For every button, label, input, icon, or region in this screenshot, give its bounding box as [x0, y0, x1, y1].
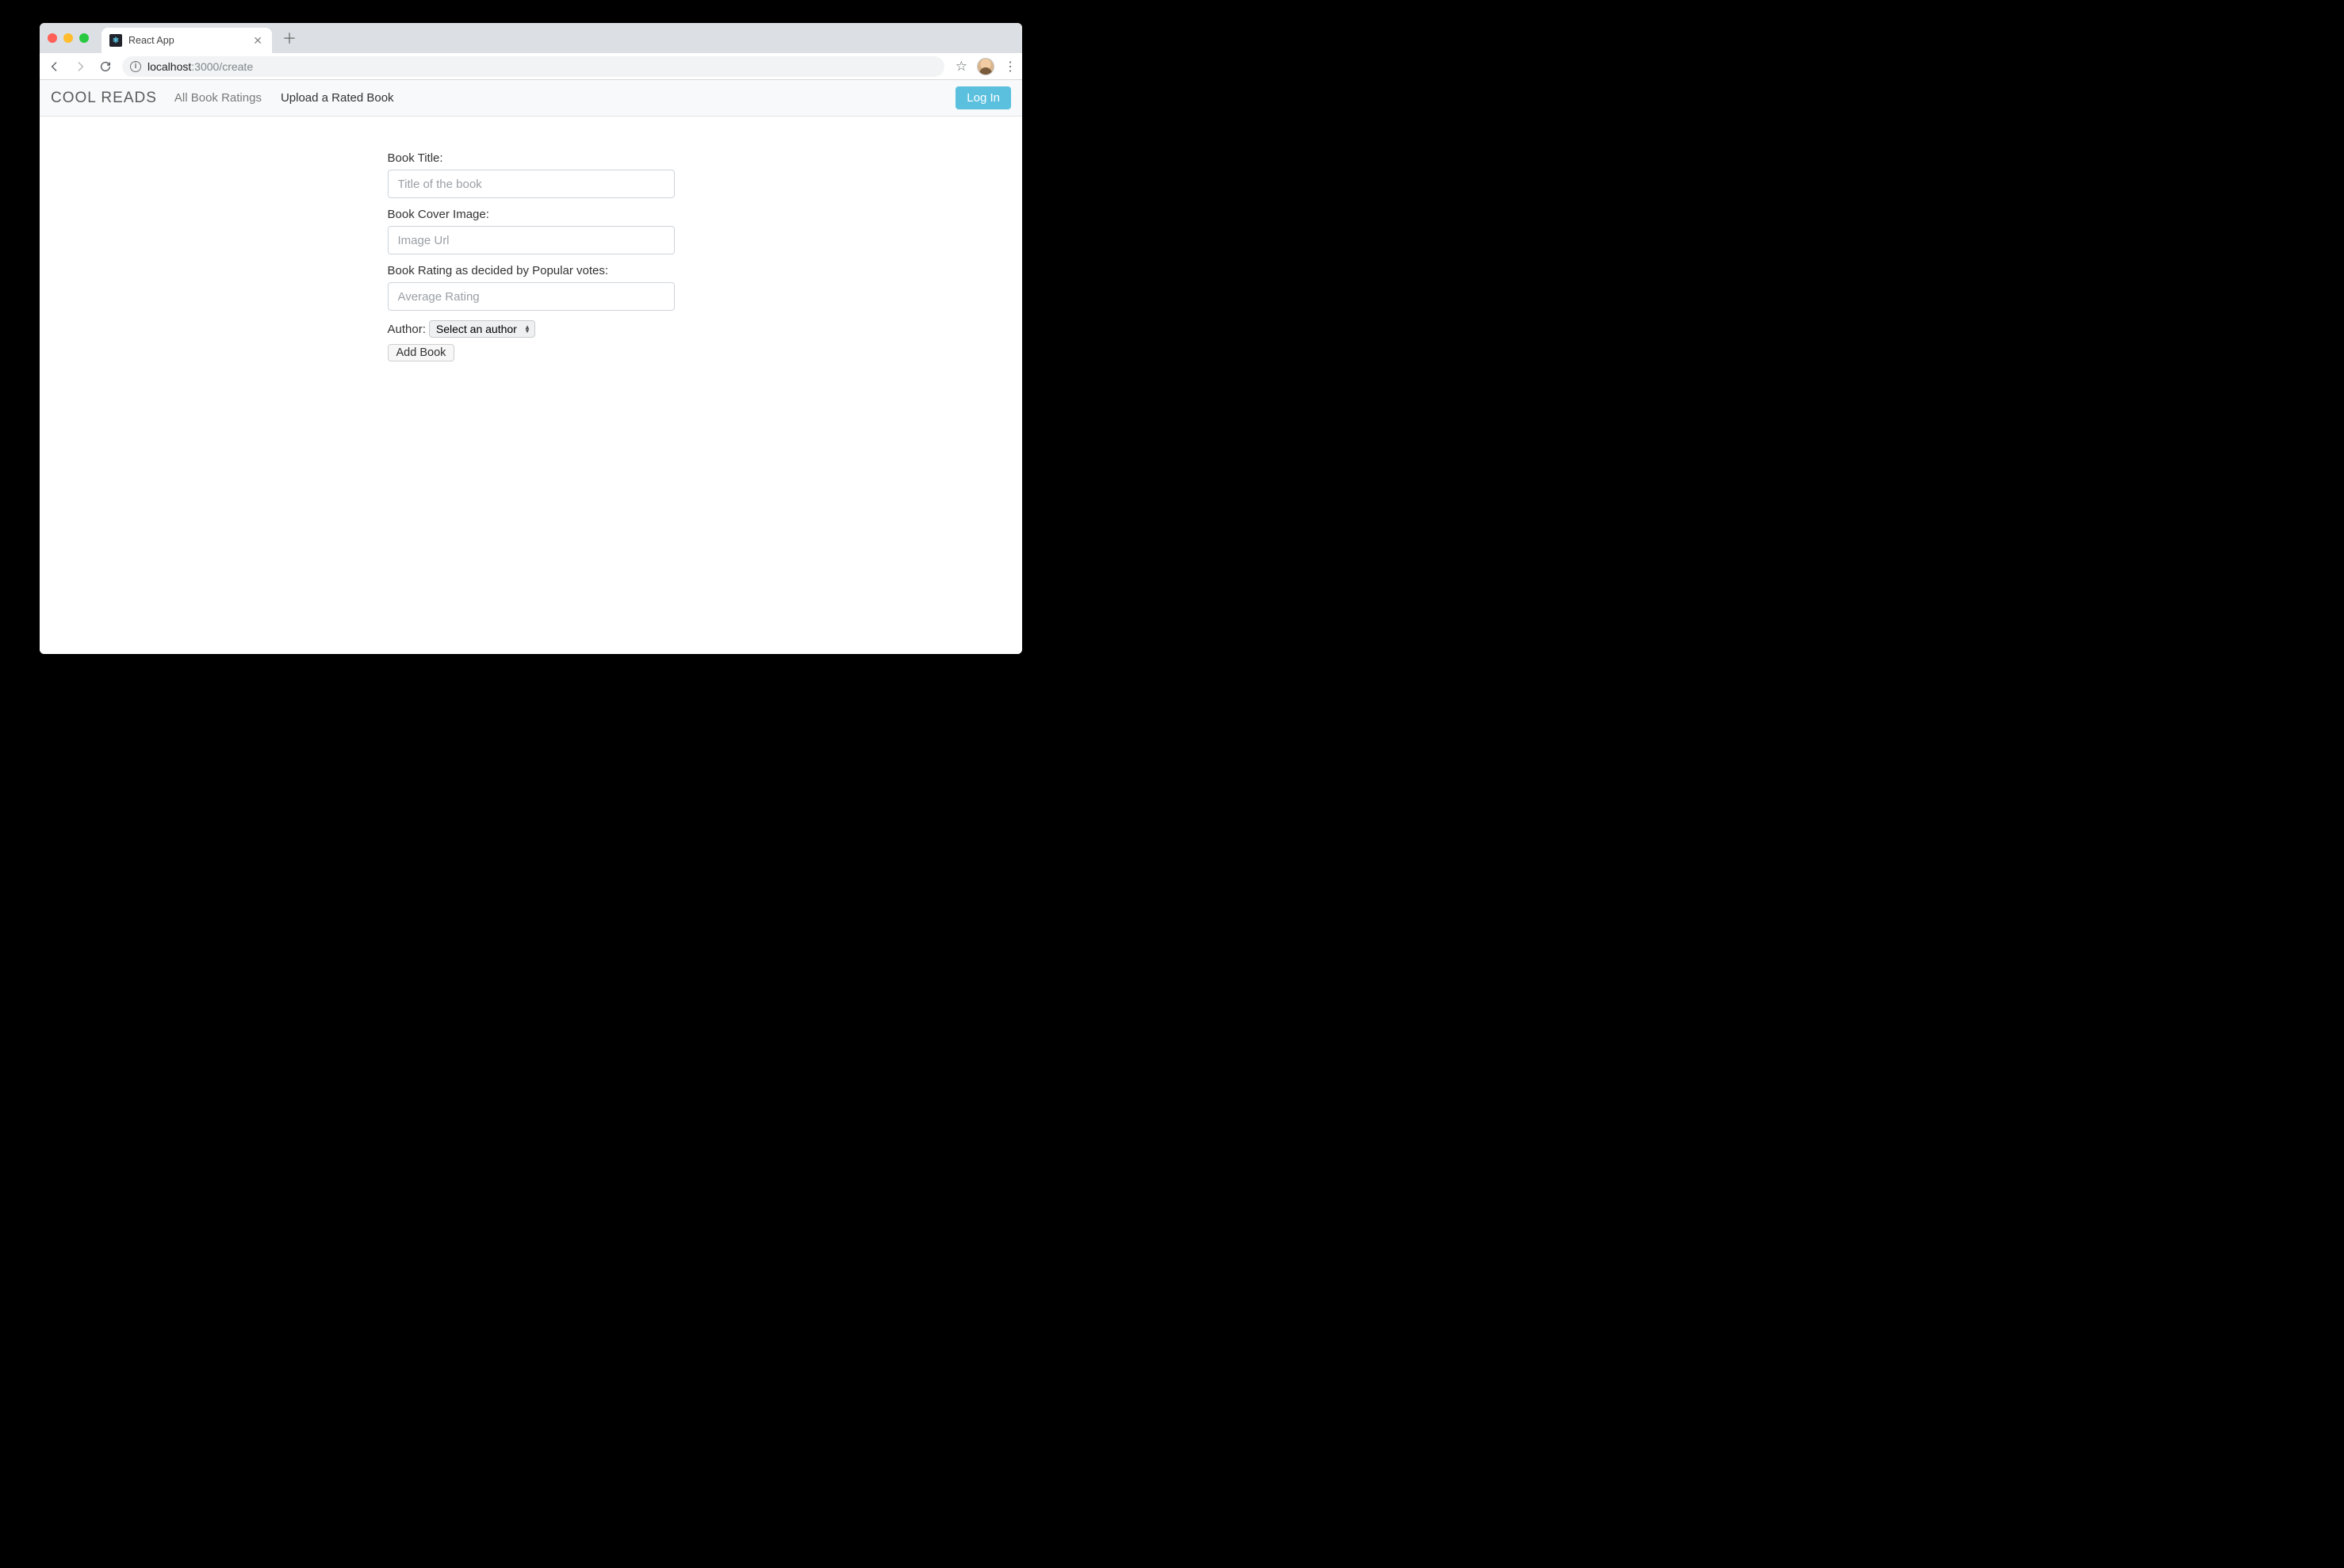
- page-content: Book Title: Book Cover Image: Book Ratin…: [40, 117, 1022, 654]
- browser-toolbar: i localhost:3000/create ☆ ⋮: [40, 53, 1022, 80]
- close-tab-icon[interactable]: ✕: [251, 34, 264, 48]
- book-cover-label: Book Cover Image:: [388, 208, 675, 221]
- profile-avatar[interactable]: [977, 58, 994, 75]
- nav-link-upload[interactable]: Upload a Rated Book: [281, 91, 394, 105]
- book-cover-input[interactable]: [388, 226, 675, 254]
- address-bar[interactable]: i localhost:3000/create: [122, 56, 944, 77]
- add-book-button[interactable]: Add Book: [388, 344, 455, 361]
- new-tab-button[interactable]: ＋: [280, 29, 299, 48]
- book-title-input[interactable]: [388, 170, 675, 198]
- book-rating-input[interactable]: [388, 282, 675, 311]
- book-title-label: Book Title:: [388, 151, 675, 165]
- reload-button[interactable]: [97, 58, 114, 75]
- url-path: :3000/create: [191, 60, 253, 73]
- forward-button[interactable]: [71, 58, 89, 75]
- maximize-window-icon[interactable]: [79, 33, 89, 43]
- tab-bar: ⚛ React App ✕ ＋: [40, 23, 1022, 53]
- url-host: localhost: [147, 60, 191, 73]
- url-text: localhost:3000/create: [147, 60, 253, 73]
- brand-title[interactable]: COOL READS: [51, 90, 157, 107]
- nav-link-all-ratings[interactable]: All Book Ratings: [174, 91, 262, 105]
- app-navbar: COOL READS All Book Ratings Upload a Rat…: [40, 80, 1022, 117]
- minimize-window-icon[interactable]: [63, 33, 73, 43]
- react-favicon-icon: ⚛: [109, 34, 122, 47]
- toolbar-right: ☆ ⋮: [956, 58, 1016, 75]
- menu-icon[interactable]: ⋮: [1004, 59, 1016, 75]
- author-select[interactable]: Select an author: [429, 320, 535, 338]
- browser-window: ⚛ React App ✕ ＋ i localhost:3000/create …: [40, 23, 1022, 654]
- tab-title: React App: [128, 35, 245, 46]
- close-window-icon[interactable]: [48, 33, 57, 43]
- author-label: Author:: [388, 323, 426, 336]
- browser-tab[interactable]: ⚛ React App ✕: [101, 28, 272, 53]
- back-button[interactable]: [46, 58, 63, 75]
- nav-links: All Book Ratings Upload a Rated Book: [174, 91, 394, 105]
- bookmark-icon[interactable]: ☆: [956, 59, 967, 75]
- login-button[interactable]: Log In: [956, 86, 1011, 109]
- upload-form: Book Title: Book Cover Image: Book Ratin…: [388, 151, 675, 654]
- site-info-icon[interactable]: i: [130, 61, 141, 72]
- author-row: Author: Select an author ▲▼: [388, 320, 675, 338]
- window-controls: [48, 33, 89, 43]
- book-rating-label: Book Rating as decided by Popular votes:: [388, 264, 675, 277]
